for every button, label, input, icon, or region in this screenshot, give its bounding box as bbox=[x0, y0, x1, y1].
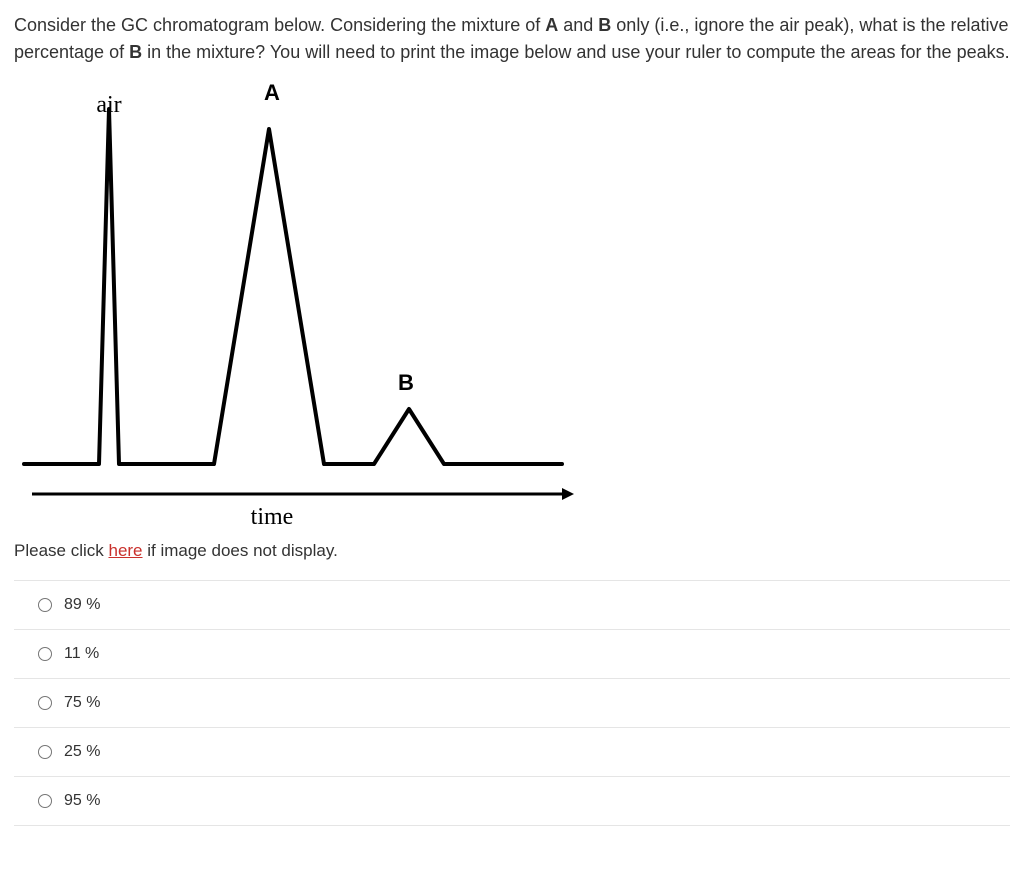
option-row[interactable]: 25 % bbox=[14, 728, 1010, 777]
chromatogram-trace bbox=[24, 109, 562, 464]
chromatogram-figure: time air A B bbox=[14, 74, 584, 534]
option-radio[interactable] bbox=[38, 745, 52, 759]
option-radio[interactable] bbox=[38, 647, 52, 661]
time-axis-arrowhead bbox=[562, 488, 574, 500]
option-label: 75 % bbox=[64, 691, 1006, 715]
option-row[interactable]: 95 % bbox=[14, 777, 1010, 826]
fallback-suffix: if image does not display. bbox=[143, 541, 338, 560]
option-label: 95 % bbox=[64, 789, 1006, 813]
option-radio[interactable] bbox=[38, 794, 52, 808]
peak-label-a: A bbox=[264, 80, 280, 105]
option-radio[interactable] bbox=[38, 696, 52, 710]
option-row[interactable]: 89 % bbox=[14, 581, 1010, 630]
question-text: Consider the GC chromatogram below. Cons… bbox=[14, 15, 1010, 62]
option-row[interactable]: 11 % bbox=[14, 630, 1010, 679]
question-stem: Consider the GC chromatogram below. Cons… bbox=[14, 12, 1010, 66]
x-axis-label: time bbox=[251, 504, 294, 530]
image-fallback-text: Please click here if image does not disp… bbox=[14, 538, 1010, 564]
fallback-link[interactable]: here bbox=[108, 541, 142, 560]
option-label: 89 % bbox=[64, 593, 1006, 617]
answer-options: 89 % 11 % 75 % 25 % 95 % bbox=[14, 580, 1010, 826]
fallback-prefix: Please click bbox=[14, 541, 108, 560]
peak-label-b: B bbox=[398, 370, 414, 395]
option-row[interactable]: 75 % bbox=[14, 679, 1010, 728]
peak-label-air: air bbox=[96, 92, 121, 118]
option-radio[interactable] bbox=[38, 598, 52, 612]
option-label: 11 % bbox=[64, 642, 1006, 666]
option-label: 25 % bbox=[64, 740, 1006, 764]
